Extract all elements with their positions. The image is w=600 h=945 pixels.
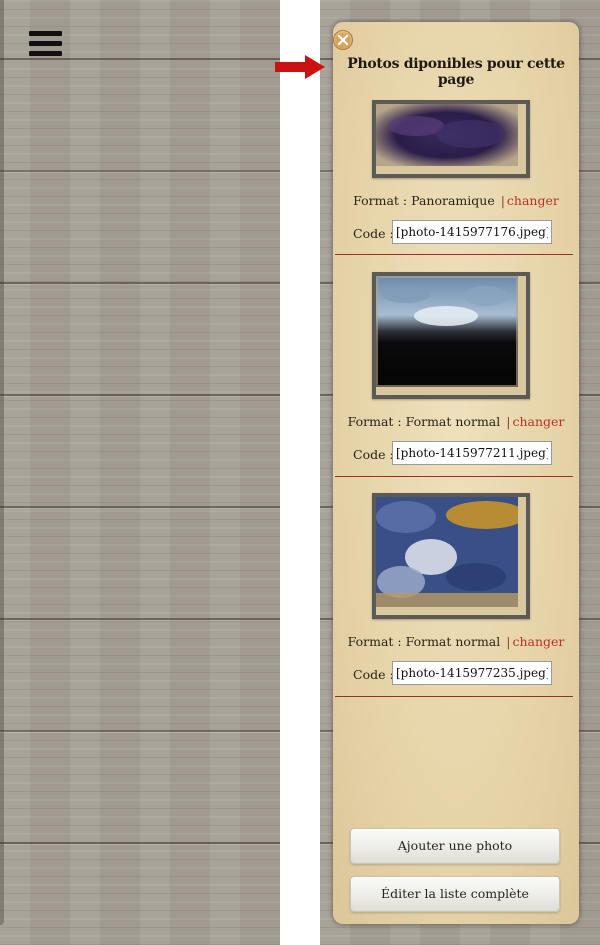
- wood-background-left: [0, 0, 280, 945]
- divider: [335, 254, 573, 255]
- edit-list-button[interactable]: Éditer la liste complète: [350, 876, 560, 912]
- code-input[interactable]: [392, 441, 552, 465]
- hamburger-menu-icon[interactable]: [29, 31, 62, 58]
- photo-thumbnail[interactable]: [376, 104, 518, 166]
- format-line: Format : Format normal | changer: [333, 634, 579, 649]
- arrow-right-icon: [275, 55, 325, 79]
- gutter: [280, 0, 320, 945]
- photo-frame: [372, 493, 530, 619]
- photo-frame: [372, 272, 530, 399]
- close-button[interactable]: [333, 30, 353, 50]
- format-prefix: Format :: [353, 193, 412, 208]
- divider: [335, 476, 573, 477]
- code-input[interactable]: [392, 661, 552, 685]
- format-prefix: Format :: [347, 414, 406, 429]
- format-line: Format : Format normal | changer: [333, 414, 579, 429]
- change-format-link[interactable]: changer: [512, 634, 564, 649]
- format-prefix: Format :: [347, 634, 406, 649]
- change-format-link[interactable]: changer: [512, 414, 564, 429]
- format-value: Format normal: [405, 634, 501, 649]
- code-label: Code :: [353, 226, 394, 241]
- separator: |: [500, 193, 505, 208]
- format-value: Format normal: [405, 414, 501, 429]
- menu-bar: [29, 41, 62, 46]
- photo-thumbnail[interactable]: [376, 497, 518, 607]
- add-photo-button[interactable]: Ajouter une photo: [350, 828, 560, 864]
- left-page-edge: [0, 0, 4, 925]
- format-value: Panoramique: [411, 193, 495, 208]
- code-label: Code :: [353, 667, 394, 682]
- panel-title: Photos diponibles pour cette page: [347, 56, 565, 88]
- divider: [335, 696, 573, 697]
- menu-bar: [29, 51, 62, 56]
- code-input[interactable]: [392, 220, 552, 244]
- change-format-link[interactable]: changer: [507, 193, 559, 208]
- photo-thumbnail[interactable]: [376, 276, 518, 387]
- menu-bar: [29, 31, 62, 36]
- format-line: Format : Panoramique | changer: [333, 193, 579, 208]
- close-icon: [337, 34, 349, 46]
- code-label: Code :: [353, 447, 394, 462]
- photos-panel: Photos diponibles pour cette page Format…: [333, 22, 579, 924]
- photo-frame: [372, 100, 530, 178]
